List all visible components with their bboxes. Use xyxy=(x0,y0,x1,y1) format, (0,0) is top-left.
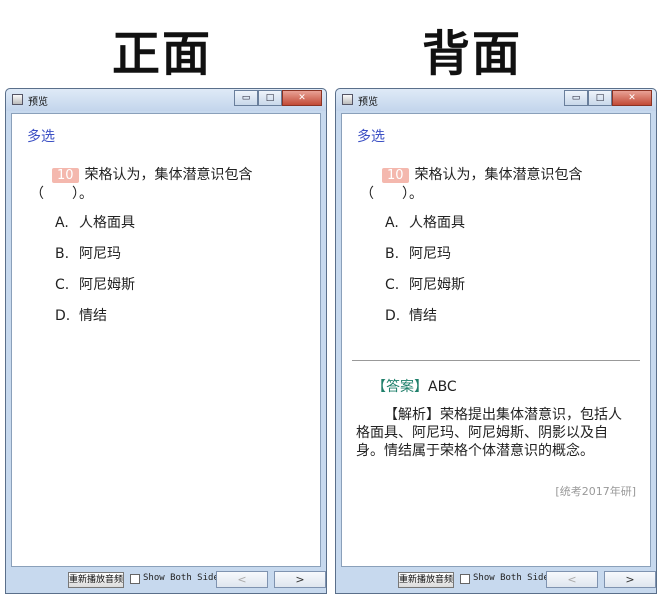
minimize-button[interactable]: ▭ xyxy=(564,90,588,106)
answer-value: ABC xyxy=(428,379,457,395)
next-button[interactable]: > xyxy=(604,571,656,588)
question-stem-continued: （ ）。 xyxy=(30,186,93,202)
back-preview-window: 预览 ▭ □ ✕ 多选 10 荣格认为，集体潜意识包含 （ ）。 A. 人格面具 B… xyxy=(335,88,657,594)
question-stem-text: 荣格认为，集体潜意识包含 xyxy=(84,167,253,183)
window-controls: ▭ □ ✕ xyxy=(564,90,652,106)
show-both-sides-checkbox[interactable] xyxy=(130,574,140,584)
question-type: 多选 xyxy=(27,129,55,145)
maximize-button[interactable]: □ xyxy=(258,90,282,106)
analysis-paragraph: 【解析】荣格提出集体潜意识，包括人格面具、阿尼玛、阿尼姆斯、阴影以及自身。情结属… xyxy=(356,406,634,460)
app-icon xyxy=(12,94,23,105)
title-bar: 预览 ▭ □ ✕ xyxy=(6,89,326,111)
previous-button[interactable]: < xyxy=(216,571,268,588)
window-title: 预览 xyxy=(28,97,48,108)
question-stem: 10 荣格认为，集体潜意识包含 xyxy=(52,164,253,184)
replay-audio-button[interactable]: 重新播放音频 xyxy=(398,572,454,588)
option-a: A. 人格面具 xyxy=(385,215,465,231)
option-d: D. 情结 xyxy=(55,308,107,324)
replay-audio-button[interactable]: 重新播放音频 xyxy=(68,572,124,588)
question-stem-text: 荣格认为，集体潜意识包含 xyxy=(414,167,583,183)
option-c: C. 阿尼姆斯 xyxy=(385,277,465,293)
window-controls: ▭ □ ✕ xyxy=(234,90,322,106)
close-button[interactable]: ✕ xyxy=(612,90,652,106)
answer-divider xyxy=(352,360,640,361)
analysis-label: 【解析】 xyxy=(384,407,440,423)
option-b: B. 阿尼玛 xyxy=(385,246,451,262)
card-content: 多选 10 荣格认为，集体潜意识包含 （ ）。 A. 人格面具 B. 阿尼玛 C. 阿尼… xyxy=(11,113,321,567)
back-heading: 背面 xyxy=(422,26,523,82)
card-content: 多选 10 荣格认为，集体潜意识包含 （ ）。 A. 人格面具 B. 阿尼玛 C. 阿尼… xyxy=(341,113,651,567)
title-bar: 预览 ▭ □ ✕ xyxy=(336,89,656,111)
question-source: [统考2017年研] xyxy=(555,485,636,498)
question-type: 多选 xyxy=(357,129,385,145)
bottom-toolbar: 重新播放音频 Show Both Sides < > xyxy=(6,567,326,593)
question-stem: 10 荣格认为，集体潜意识包含 xyxy=(382,164,583,184)
next-button[interactable]: > xyxy=(274,571,326,588)
option-a: A. 人格面具 xyxy=(55,215,135,231)
minimize-button[interactable]: ▭ xyxy=(234,90,258,106)
previous-button[interactable]: < xyxy=(546,571,598,588)
question-stem-continued: （ ）。 xyxy=(360,186,423,202)
maximize-button[interactable]: □ xyxy=(588,90,612,106)
bottom-toolbar: 重新播放音频 Show Both Sides < > xyxy=(336,567,656,593)
show-both-sides-checkbox[interactable] xyxy=(460,574,470,584)
option-c: C. 阿尼姆斯 xyxy=(55,277,135,293)
show-both-sides-label: Show Both Sides xyxy=(143,573,225,583)
app-icon xyxy=(342,94,353,105)
close-button[interactable]: ✕ xyxy=(282,90,322,106)
option-b: B. 阿尼玛 xyxy=(55,246,121,262)
option-d: D. 情结 xyxy=(385,308,437,324)
front-heading: 正面 xyxy=(112,26,213,82)
question-number: 10 xyxy=(52,168,79,183)
answer-line: 【答案】ABC xyxy=(372,376,457,396)
answer-label: 【答案】 xyxy=(372,379,428,395)
window-title: 预览 xyxy=(358,97,378,108)
show-both-sides-label: Show Both Sides xyxy=(473,573,555,583)
question-number: 10 xyxy=(382,168,409,183)
front-preview-window: 预览 ▭ □ ✕ 多选 10 荣格认为，集体潜意识包含 （ ）。 A. 人格面具 B… xyxy=(5,88,327,594)
